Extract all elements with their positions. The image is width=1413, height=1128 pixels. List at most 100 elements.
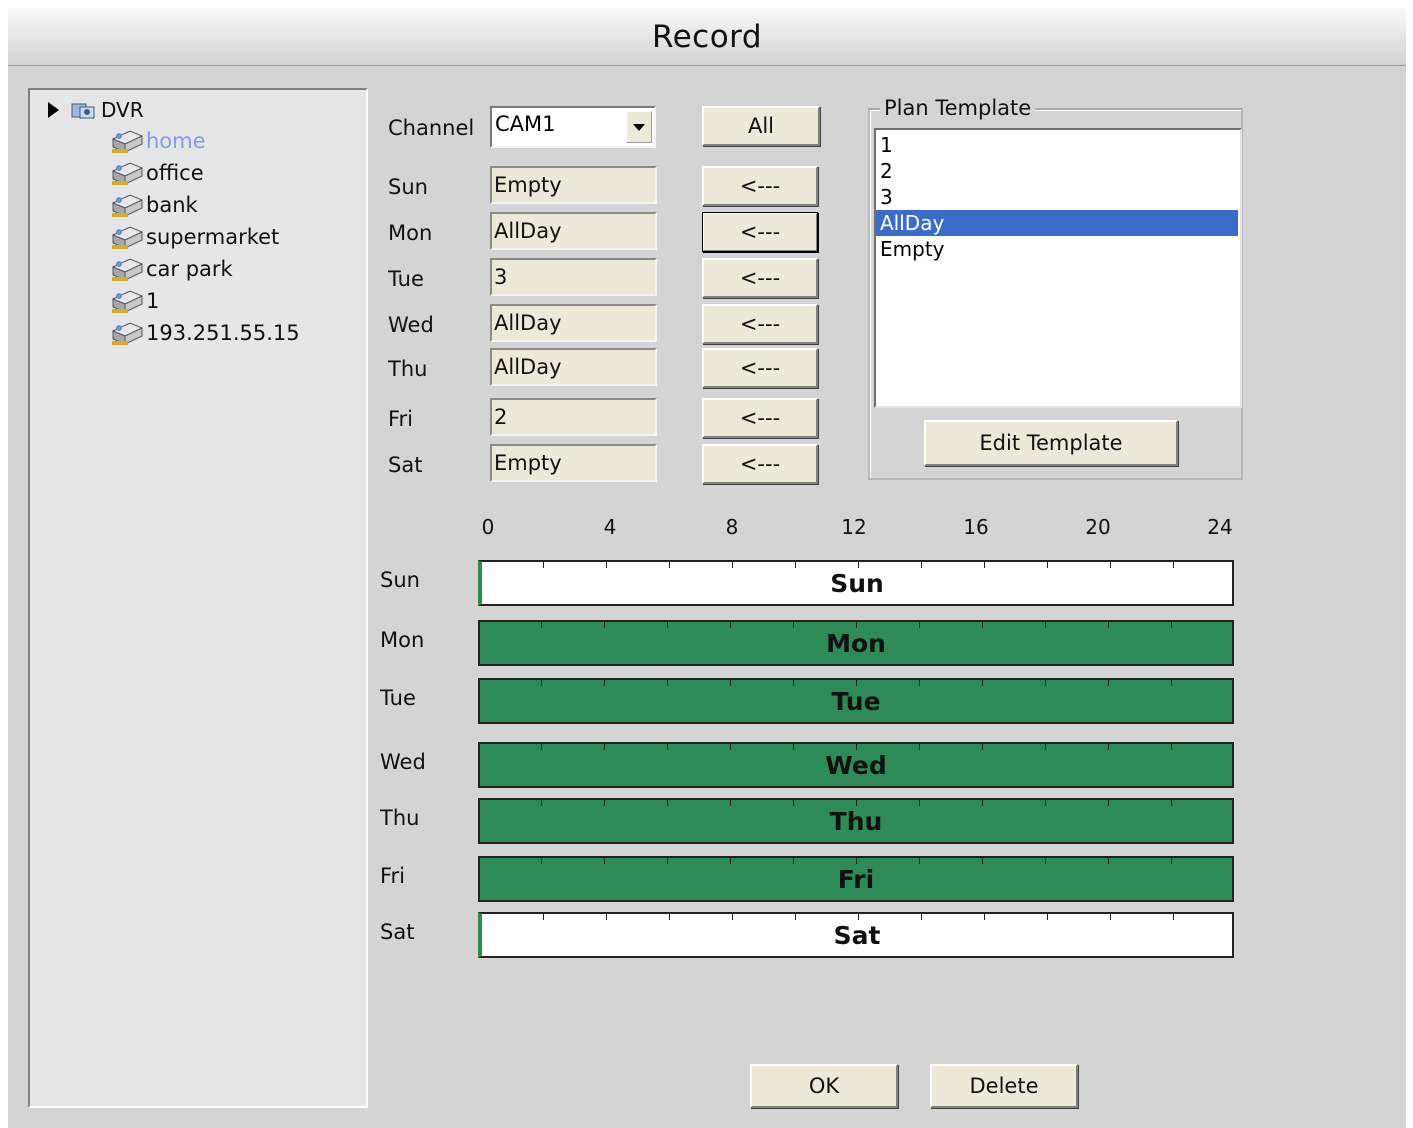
day-plan-field[interactable]: AllDay xyxy=(490,348,657,386)
schedule-bar[interactable]: Mon xyxy=(478,620,1234,666)
day-plan-field[interactable]: 2 xyxy=(490,398,657,436)
tree-item-device[interactable]: office xyxy=(110,158,204,188)
dvr-device-icon xyxy=(110,159,144,187)
hour-tick xyxy=(1108,858,1109,864)
schedule-bar[interactable]: Tue xyxy=(478,678,1234,724)
hour-tick xyxy=(1108,800,1109,806)
tree-item-label: supermarket xyxy=(146,225,280,249)
day-plan-field[interactable]: 3 xyxy=(490,258,657,296)
hour-tick xyxy=(1171,622,1172,628)
schedule-bar[interactable]: Sat xyxy=(478,912,1234,958)
hour-tick xyxy=(795,914,796,920)
apply-template-button[interactable]: <--- xyxy=(702,398,818,438)
hour-tick xyxy=(1045,858,1046,864)
day-plan-field[interactable]: AllDay xyxy=(490,304,657,342)
hour-tick xyxy=(730,680,731,686)
hour-tick xyxy=(795,562,796,568)
hour-tick xyxy=(984,914,985,920)
apply-template-button[interactable]: <--- xyxy=(702,166,818,206)
hour-tick xyxy=(1171,744,1172,750)
dvr-group-icon xyxy=(71,101,95,119)
device-tree[interactable]: DVR home office bank supermarket car park 1 19… xyxy=(28,88,368,1108)
expand-arrow-icon[interactable] xyxy=(48,102,59,118)
hour-tick xyxy=(982,800,983,806)
hour-tick xyxy=(669,562,670,568)
tree-item-device[interactable]: bank xyxy=(110,190,198,220)
apply-template-button[interactable]: <--- xyxy=(702,212,818,252)
hour-tick xyxy=(919,680,920,686)
schedule-bar-label: Sun xyxy=(830,568,884,598)
hour-tick xyxy=(730,800,731,806)
schedule-bar[interactable]: Thu xyxy=(478,798,1234,844)
dvr-device-icon xyxy=(110,127,144,155)
plan-template-item[interactable]: 3 xyxy=(876,184,1238,210)
plan-template-list[interactable]: 1 2 3 AllDay Empty xyxy=(874,128,1242,408)
all-button[interactable]: All xyxy=(702,106,820,146)
hour-tick xyxy=(1110,562,1111,568)
schedule-bar[interactable]: Wed xyxy=(478,742,1234,788)
edit-template-button[interactable]: Edit Template xyxy=(924,420,1178,466)
day-plan-field[interactable]: Empty xyxy=(490,444,657,482)
tree-item-device[interactable]: supermarket xyxy=(110,222,279,252)
hour-tick xyxy=(856,858,857,864)
axis-hour-label: 20 xyxy=(1085,515,1111,539)
tree-item-label: 193.251.55.15 xyxy=(146,321,300,345)
tree-item-device[interactable]: home xyxy=(110,126,206,156)
tree-item-device[interactable]: 1 xyxy=(110,286,159,316)
day-plan-field[interactable]: Empty xyxy=(490,166,657,204)
hour-tick xyxy=(1045,680,1046,686)
apply-template-button[interactable]: <--- xyxy=(702,348,818,388)
day-label: Thu xyxy=(388,357,428,381)
ok-button[interactable]: OK xyxy=(750,1064,898,1108)
schedule-bar-label: Mon xyxy=(826,628,886,658)
hour-tick xyxy=(793,680,794,686)
hour-tick xyxy=(543,914,544,920)
hour-tick xyxy=(541,622,542,628)
dvr-device-icon xyxy=(110,287,144,315)
channel-select[interactable]: CAM1 xyxy=(490,106,656,148)
timeline-day-label: Sat xyxy=(380,920,415,944)
dvr-device-icon xyxy=(110,255,144,283)
tree-item-device[interactable]: car park xyxy=(110,254,233,284)
apply-template-button[interactable]: <--- xyxy=(702,304,818,344)
hour-tick xyxy=(541,858,542,864)
hour-tick xyxy=(541,800,542,806)
plan-template-item[interactable]: Empty xyxy=(876,236,1238,262)
schedule-bar[interactable]: Fri xyxy=(478,856,1234,902)
schedule-bar[interactable]: Sun xyxy=(478,560,1234,606)
hour-tick xyxy=(604,744,605,750)
plan-template-item[interactable]: 2 xyxy=(876,158,1238,184)
tree-item-label: bank xyxy=(146,193,198,217)
hour-tick xyxy=(667,800,668,806)
hour-tick xyxy=(606,562,607,568)
plan-template-item[interactable]: AllDay xyxy=(876,210,1238,236)
tree-item-label: car park xyxy=(146,257,233,281)
axis-hour-label: 4 xyxy=(603,515,617,539)
hour-tick xyxy=(793,800,794,806)
hour-tick xyxy=(1045,744,1046,750)
hour-tick xyxy=(543,562,544,568)
hour-tick xyxy=(856,744,857,750)
day-label: Fri xyxy=(388,407,414,431)
day-plan-field[interactable]: AllDay xyxy=(490,212,657,250)
day-label: Wed xyxy=(388,313,434,337)
day-label: Mon xyxy=(388,221,433,245)
timeline-day-label: Thu xyxy=(380,806,420,830)
record-window: Record DVR home office bank supermarket car … xyxy=(8,8,1406,1128)
title-bar: Record xyxy=(8,8,1406,66)
tree-root-dvr[interactable]: DVR xyxy=(48,98,144,122)
hour-tick xyxy=(604,800,605,806)
plan-template-item[interactable]: 1 xyxy=(876,132,1238,158)
delete-button[interactable]: Delete xyxy=(930,1064,1078,1108)
apply-template-button[interactable]: <--- xyxy=(702,258,818,298)
axis-hour-label: 12 xyxy=(841,515,867,539)
hour-tick xyxy=(1108,680,1109,686)
hour-tick xyxy=(604,858,605,864)
tree-item-label: 1 xyxy=(146,289,160,313)
apply-template-button[interactable]: <--- xyxy=(702,444,818,484)
hour-tick xyxy=(921,562,922,568)
tree-item-device[interactable]: 193.251.55.15 xyxy=(110,318,300,348)
dropdown-arrow-icon[interactable] xyxy=(626,111,652,143)
hour-tick xyxy=(1171,858,1172,864)
hour-tick xyxy=(669,914,670,920)
